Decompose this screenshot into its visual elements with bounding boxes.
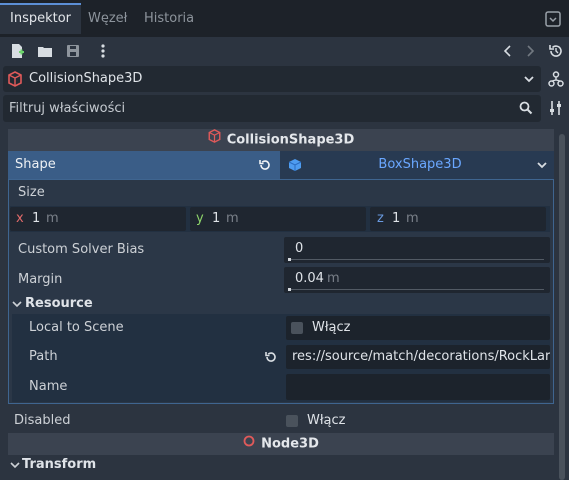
- checkbox-icon: [291, 322, 303, 334]
- size-x-value: 1: [32, 211, 41, 226]
- more-options-icon[interactable]: [94, 42, 112, 60]
- size-label: Size: [18, 185, 45, 200]
- chevron-down-icon: [10, 459, 20, 475]
- property-shape[interactable]: Shape: [8, 151, 280, 179]
- transform-group-label: Transform: [22, 457, 97, 472]
- node-bar: CollisionShape3D: [0, 65, 569, 93]
- disabled-label: Disabled: [14, 413, 71, 428]
- margin-label: Margin: [18, 272, 63, 287]
- collision-shape-icon: [8, 71, 22, 91]
- node-tree-icon[interactable]: [547, 70, 565, 88]
- resource-group-label: Resource: [25, 296, 93, 311]
- shape-label: Shape: [15, 157, 56, 172]
- margin-value: 0.04: [295, 271, 324, 286]
- new-resource-icon[interactable]: [8, 42, 26, 60]
- section-collision-shape[interactable]: CollisionShape3D: [8, 129, 554, 151]
- local-to-scene-checkbox[interactable]: Włącz: [286, 316, 550, 340]
- size-y-value: 1: [212, 211, 221, 226]
- name-input[interactable]: [286, 374, 550, 400]
- tab-node[interactable]: Węzeł: [78, 4, 137, 33]
- open-folder-icon[interactable]: [36, 42, 54, 60]
- tab-inspector[interactable]: Inspektor: [0, 3, 82, 34]
- node3d-icon: [243, 433, 255, 455]
- size-y-field[interactable]: y 1 m: [190, 207, 366, 231]
- shape-resource-picker[interactable]: BoxShape3D: [280, 151, 554, 179]
- tab-menu-icon[interactable]: [545, 11, 561, 27]
- filter-placeholder: Filtruj właściwości: [9, 101, 126, 116]
- checkbox-icon: [286, 415, 298, 427]
- chevron-down-icon: [536, 159, 548, 175]
- section-title: Node3D: [261, 436, 319, 452]
- margin-slider-grabber[interactable]: [288, 288, 291, 291]
- margin-field[interactable]: 0.04 m: [284, 267, 550, 293]
- node-selector[interactable]: CollisionShape3D: [3, 66, 541, 92]
- size-z-field[interactable]: z 1 m: [370, 207, 546, 231]
- solver-bias-value: 0: [295, 241, 304, 256]
- size-x-field[interactable]: x 1 m: [10, 207, 186, 231]
- collision-shape-section-icon: [208, 129, 221, 151]
- inspector-scrollbar[interactable]: [556, 124, 569, 480]
- margin-unit: m: [327, 271, 340, 286]
- name-label: Name: [29, 379, 68, 394]
- disabled-check-label: Włącz: [307, 413, 346, 428]
- chevron-down-icon: [12, 298, 22, 314]
- property-settings-icon[interactable]: [547, 99, 565, 117]
- recent-history-icon[interactable]: [547, 42, 565, 60]
- solver-bias-slider[interactable]: [288, 259, 544, 260]
- chevron-down-icon: [523, 72, 535, 90]
- node-name: CollisionShape3D: [29, 71, 143, 86]
- section-node3d[interactable]: Node3D: [8, 433, 554, 455]
- revert-icon[interactable]: [258, 158, 272, 176]
- section-title: CollisionShape3D: [226, 132, 355, 148]
- history-back-icon[interactable]: [499, 42, 517, 60]
- path-input[interactable]: res://source/match/decorations/RockLarg: [286, 345, 550, 369]
- filter-bar: Filtruj właściwości: [0, 93, 569, 124]
- path-value: res://source/match/decorations/RockLarg: [292, 349, 550, 364]
- local-to-scene-label: Local to Scene: [29, 320, 124, 335]
- size-z-value: 1: [392, 211, 401, 226]
- history-forward-icon[interactable]: [521, 42, 539, 60]
- solver-bias-field[interactable]: 0: [284, 237, 550, 263]
- margin-slider[interactable]: [288, 289, 544, 290]
- path-label: Path: [29, 349, 58, 364]
- solver-bias-label: Custom Solver Bias: [18, 242, 145, 257]
- filter-properties-input[interactable]: Filtruj właściwości: [3, 95, 541, 122]
- inspector-toolbar: [0, 37, 569, 65]
- disabled-checkbox[interactable]: Włącz: [282, 410, 554, 432]
- tab-history[interactable]: Historia: [134, 4, 204, 33]
- save-icon[interactable]: [64, 42, 82, 60]
- revert-path-icon[interactable]: [264, 350, 278, 368]
- dock-tabs: Inspektor Węzeł Historia: [0, 0, 569, 37]
- search-icon: [519, 101, 533, 119]
- solver-bias-slider-grabber[interactable]: [288, 258, 291, 261]
- shape-value: BoxShape3D: [378, 157, 462, 172]
- local-to-scene-check-label: Włącz: [312, 320, 351, 335]
